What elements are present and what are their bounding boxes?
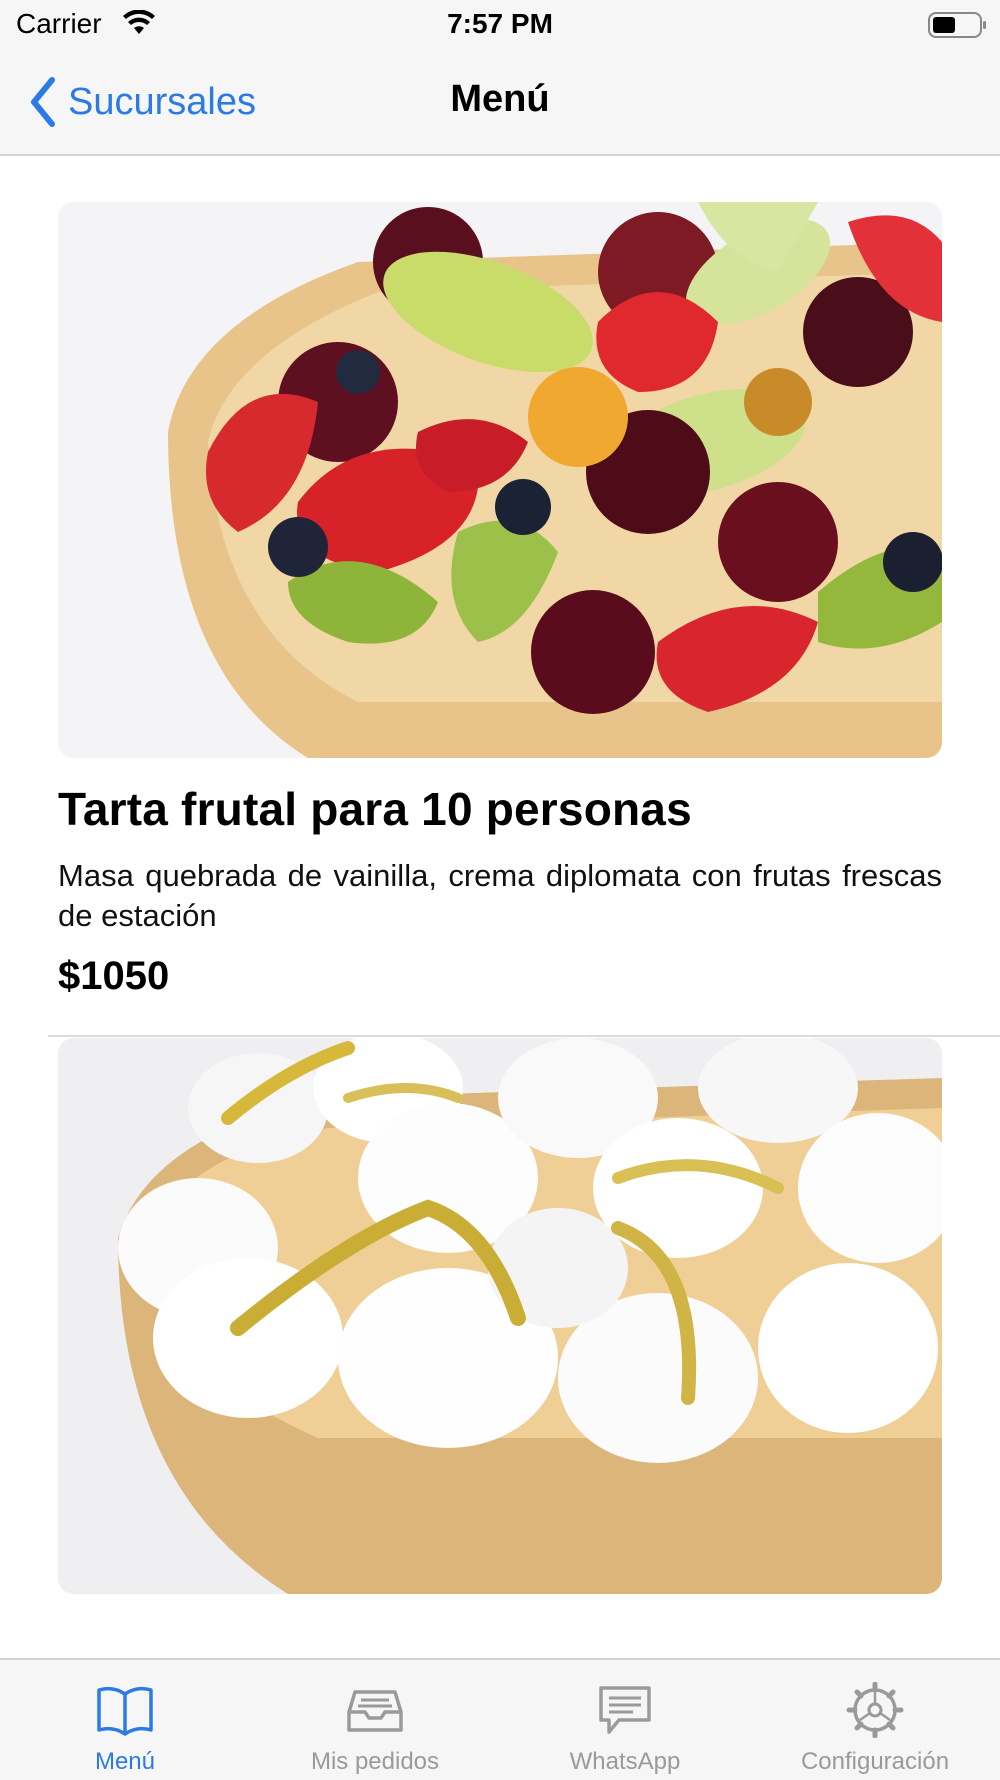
product-name: Tarta frutal para 10 personas bbox=[58, 783, 692, 835]
page-title: Menú bbox=[450, 78, 550, 120]
product-image-lemon-tart bbox=[58, 1038, 942, 1594]
product-image-fruit-tart bbox=[58, 202, 942, 758]
gear-icon bbox=[846, 1682, 904, 1738]
product-price: $1050 bbox=[58, 954, 170, 998]
tab-mis-pedidos[interactable]: Mis pedidos bbox=[250, 1660, 500, 1780]
book-icon bbox=[97, 1686, 153, 1736]
tab-bar: Menú Mis pedidos WhatsApp Configuración bbox=[0, 1658, 1000, 1780]
battery-icon bbox=[928, 12, 986, 38]
tab-label: Configuración bbox=[800, 1748, 950, 1775]
tab-label: WhatsApp bbox=[569, 1748, 681, 1775]
menu-list[interactable]: Tarta frutal para 10 personas Masa quebr… bbox=[0, 156, 1000, 1658]
row-separator bbox=[48, 1035, 1000, 1037]
product-card[interactable]: Tarta frutal para 10 personas Masa quebr… bbox=[0, 156, 1000, 1036]
tab-label: Mis pedidos bbox=[310, 1748, 440, 1775]
status-bar: Carrier 7:57 PM bbox=[0, 0, 1000, 50]
tab-configuracion[interactable]: Configuración bbox=[750, 1660, 1000, 1780]
clock: 7:57 PM bbox=[447, 8, 553, 39]
message-icon bbox=[599, 1686, 651, 1734]
tray-icon bbox=[347, 1690, 403, 1732]
tab-menu[interactable]: Menú bbox=[0, 1660, 250, 1780]
product-description: Masa quebrada de vainilla, crema diploma… bbox=[58, 858, 942, 933]
tab-label: Menú bbox=[94, 1748, 156, 1775]
product-card[interactable] bbox=[0, 1038, 1000, 1658]
navigation-bar: Sucursales Menú bbox=[0, 50, 1000, 156]
tab-whatsapp[interactable]: WhatsApp bbox=[500, 1660, 750, 1780]
